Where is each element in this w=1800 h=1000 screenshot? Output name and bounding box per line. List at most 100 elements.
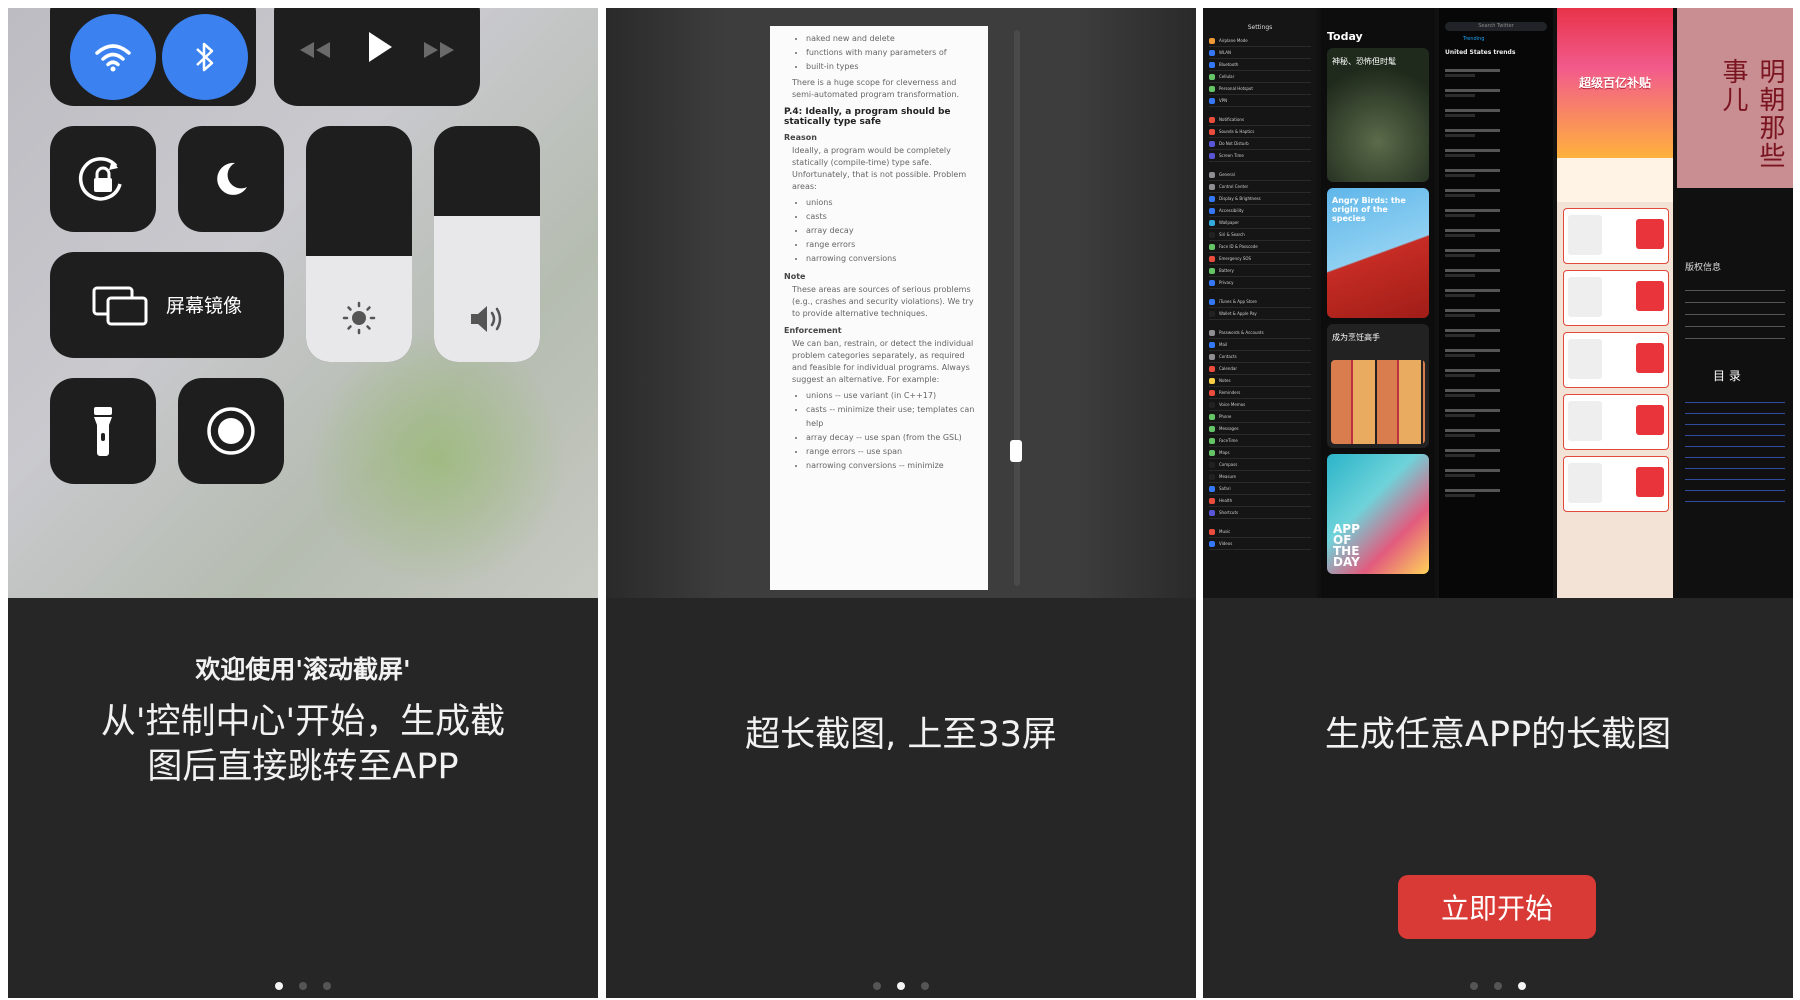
twitter-trend-row[interactable] <box>1445 249 1547 260</box>
twitter-search-bar[interactable]: Search Twitter <box>1445 22 1547 31</box>
page-dot-3[interactable] <box>921 982 929 990</box>
settings-row[interactable]: FaceTime <box>1209 435 1311 447</box>
settings-row[interactable]: Personal Hotspot <box>1209 83 1311 95</box>
settings-row[interactable]: VPN <box>1209 95 1311 107</box>
twitter-trend-row[interactable] <box>1445 329 1547 340</box>
twitter-trend-row[interactable] <box>1445 169 1547 180</box>
screen-record-button[interactable] <box>178 378 284 484</box>
settings-row[interactable]: Bluetooth <box>1209 59 1311 71</box>
settings-row[interactable]: Voice Memos <box>1209 399 1311 411</box>
settings-row[interactable]: Control Center <box>1209 181 1311 193</box>
orientation-lock-button[interactable] <box>50 126 156 232</box>
flashlight-button[interactable] <box>50 378 156 484</box>
settings-row[interactable]: Siri & Search <box>1209 229 1311 241</box>
twitter-trend-row[interactable] <box>1445 109 1547 120</box>
twitter-trend-row[interactable] <box>1445 429 1547 440</box>
page-dot-2[interactable] <box>897 982 905 990</box>
page-indicator[interactable] <box>606 975 1196 994</box>
settings-row[interactable]: Privacy <box>1209 277 1311 289</box>
play-icon[interactable] <box>366 30 394 64</box>
settings-row[interactable]: Notes <box>1209 375 1311 387</box>
start-now-button[interactable]: 立即开始 <box>1398 875 1596 939</box>
settings-row[interactable]: Messages <box>1209 423 1311 435</box>
twitter-trend-row[interactable] <box>1445 149 1547 160</box>
settings-row[interactable]: Contacts <box>1209 351 1311 363</box>
settings-row[interactable]: Phone <box>1209 411 1311 423</box>
settings-row[interactable]: Wallpaper <box>1209 217 1311 229</box>
settings-row[interactable]: Display & Brightness <box>1209 193 1311 205</box>
settings-row[interactable]: Airplane Mode <box>1209 35 1311 47</box>
app-store-card-2[interactable]: Angry Birds: the origin of the species <box>1327 188 1429 318</box>
settings-row[interactable]: Shortcuts <box>1209 507 1311 519</box>
settings-row[interactable]: Wallet & Apple Pay <box>1209 308 1311 320</box>
page-indicator[interactable] <box>8 975 598 994</box>
next-track-icon[interactable] <box>422 40 456 60</box>
screen-mirroring-button[interactable]: 屏幕镜像 <box>50 252 284 358</box>
shopping-product-card[interactable] <box>1563 394 1669 450</box>
twitter-trend-row[interactable] <box>1445 189 1547 200</box>
twitter-trend-row[interactable] <box>1445 89 1547 100</box>
twitter-trending-tab[interactable]: Trending <box>1439 33 1553 45</box>
settings-row[interactable]: Safari <box>1209 483 1311 495</box>
settings-row[interactable]: Emergency SOS <box>1209 253 1311 265</box>
app-store-card-3[interactable]: 成为烹饪高手 <box>1327 324 1429 448</box>
settings-row[interactable]: Maps <box>1209 447 1311 459</box>
page-dot-1[interactable] <box>275 982 283 990</box>
settings-row[interactable]: Do Not Disturb <box>1209 138 1311 150</box>
settings-row[interactable]: Compass <box>1209 459 1311 471</box>
settings-row[interactable]: Sounds & Haptics <box>1209 126 1311 138</box>
settings-row[interactable]: Passwords & Accounts <box>1209 327 1311 339</box>
twitter-trend-row[interactable] <box>1445 129 1547 140</box>
shopping-product-card[interactable] <box>1563 456 1669 512</box>
brightness-slider[interactable] <box>306 126 412 362</box>
settings-row[interactable]: Videos <box>1209 538 1311 550</box>
twitter-trend-row[interactable] <box>1445 389 1547 400</box>
volume-slider[interactable] <box>434 126 540 362</box>
twitter-trend-row[interactable] <box>1445 309 1547 320</box>
twitter-trend-row[interactable] <box>1445 489 1547 500</box>
page-dot-2[interactable] <box>299 982 307 990</box>
page-dot-3[interactable] <box>1518 982 1526 990</box>
previous-track-icon[interactable] <box>298 40 332 60</box>
settings-row[interactable]: Accessibility <box>1209 205 1311 217</box>
shopping-banner[interactable]: 超级百亿补贴 <box>1557 8 1673 158</box>
shopping-product-card[interactable] <box>1563 208 1669 264</box>
do-not-disturb-button[interactable] <box>178 126 284 232</box>
settings-row[interactable]: Reminders <box>1209 387 1311 399</box>
settings-row[interactable]: Face ID & Passcode <box>1209 241 1311 253</box>
twitter-trend-row[interactable] <box>1445 229 1547 240</box>
settings-row[interactable]: Calendar <box>1209 363 1311 375</box>
twitter-trend-row[interactable] <box>1445 209 1547 220</box>
settings-row[interactable]: Notifications <box>1209 114 1311 126</box>
page-dot-3[interactable] <box>323 982 331 990</box>
settings-row[interactable]: WLAN <box>1209 47 1311 59</box>
shopping-product-card[interactable] <box>1563 270 1669 326</box>
settings-row[interactable]: Battery <box>1209 265 1311 277</box>
shopping-product-card[interactable] <box>1563 332 1669 388</box>
page-indicator[interactable] <box>1203 975 1793 994</box>
wifi-button[interactable] <box>70 14 156 100</box>
scroll-thumb[interactable] <box>1010 440 1022 462</box>
twitter-trend-row[interactable] <box>1445 369 1547 380</box>
bluetooth-button[interactable] <box>162 14 248 100</box>
page-dot-2[interactable] <box>1494 982 1502 990</box>
twitter-trend-row[interactable] <box>1445 349 1547 360</box>
settings-row[interactable]: iTunes & App Store <box>1209 296 1311 308</box>
page-dot-1[interactable] <box>1470 982 1478 990</box>
app-store-card-4[interactable]: APP OF THE DAY <box>1327 454 1429 574</box>
twitter-trend-row[interactable] <box>1445 409 1547 420</box>
twitter-trend-row[interactable] <box>1445 289 1547 300</box>
settings-row[interactable]: General <box>1209 169 1311 181</box>
twitter-trend-row[interactable] <box>1445 449 1547 460</box>
page-dot-1[interactable] <box>873 982 881 990</box>
twitter-trend-row[interactable] <box>1445 469 1547 480</box>
app-store-card-1[interactable]: 神秘、恐怖但时髦 <box>1327 48 1429 182</box>
twitter-trend-row[interactable] <box>1445 269 1547 280</box>
settings-row[interactable]: Cellular <box>1209 71 1311 83</box>
scroll-track[interactable] <box>1014 30 1020 586</box>
settings-row[interactable]: Mail <box>1209 339 1311 351</box>
settings-row[interactable]: Music <box>1209 526 1311 538</box>
settings-row[interactable]: Measure <box>1209 471 1311 483</box>
settings-row[interactable]: Health <box>1209 495 1311 507</box>
settings-row[interactable]: Screen Time <box>1209 150 1311 162</box>
